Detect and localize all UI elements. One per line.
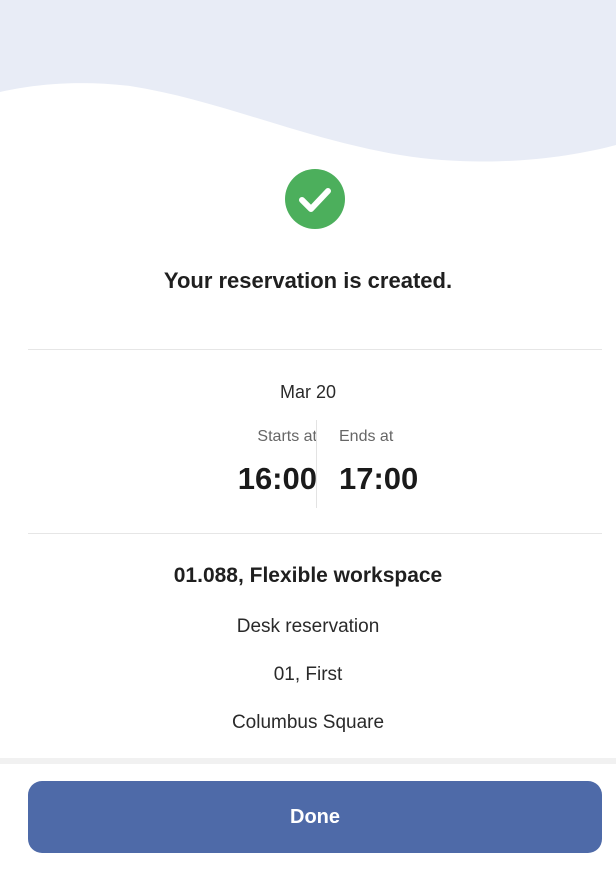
confirmation-message: Your reservation is created. — [163, 268, 453, 293]
reservation-date: Mar 20 — [279, 382, 337, 402]
check-circle-icon — [285, 169, 345, 229]
start-time-block: Starts at 16:00 — [157, 426, 317, 496]
header-wave-background — [0, 0, 616, 162]
divider-middle — [28, 533, 602, 534]
reservation-type: Desk reservation — [236, 616, 380, 637]
end-time-label: Ends at — [339, 428, 394, 445]
done-button[interactable]: Done — [28, 781, 602, 853]
divider-top — [28, 349, 602, 350]
floor-name: 01, First — [273, 664, 343, 685]
start-time-value: 16:00 — [237, 461, 317, 496]
building-name: Columbus Square — [231, 712, 385, 733]
start-time-label: Starts at — [257, 428, 317, 445]
end-time-block: Ends at 17:00 — [339, 426, 499, 496]
workspace-title: 01.088, Flexible workspace — [173, 564, 443, 587]
time-separator — [316, 420, 317, 508]
end-time-value: 17:00 — [339, 461, 419, 496]
footer-separator — [0, 758, 616, 764]
